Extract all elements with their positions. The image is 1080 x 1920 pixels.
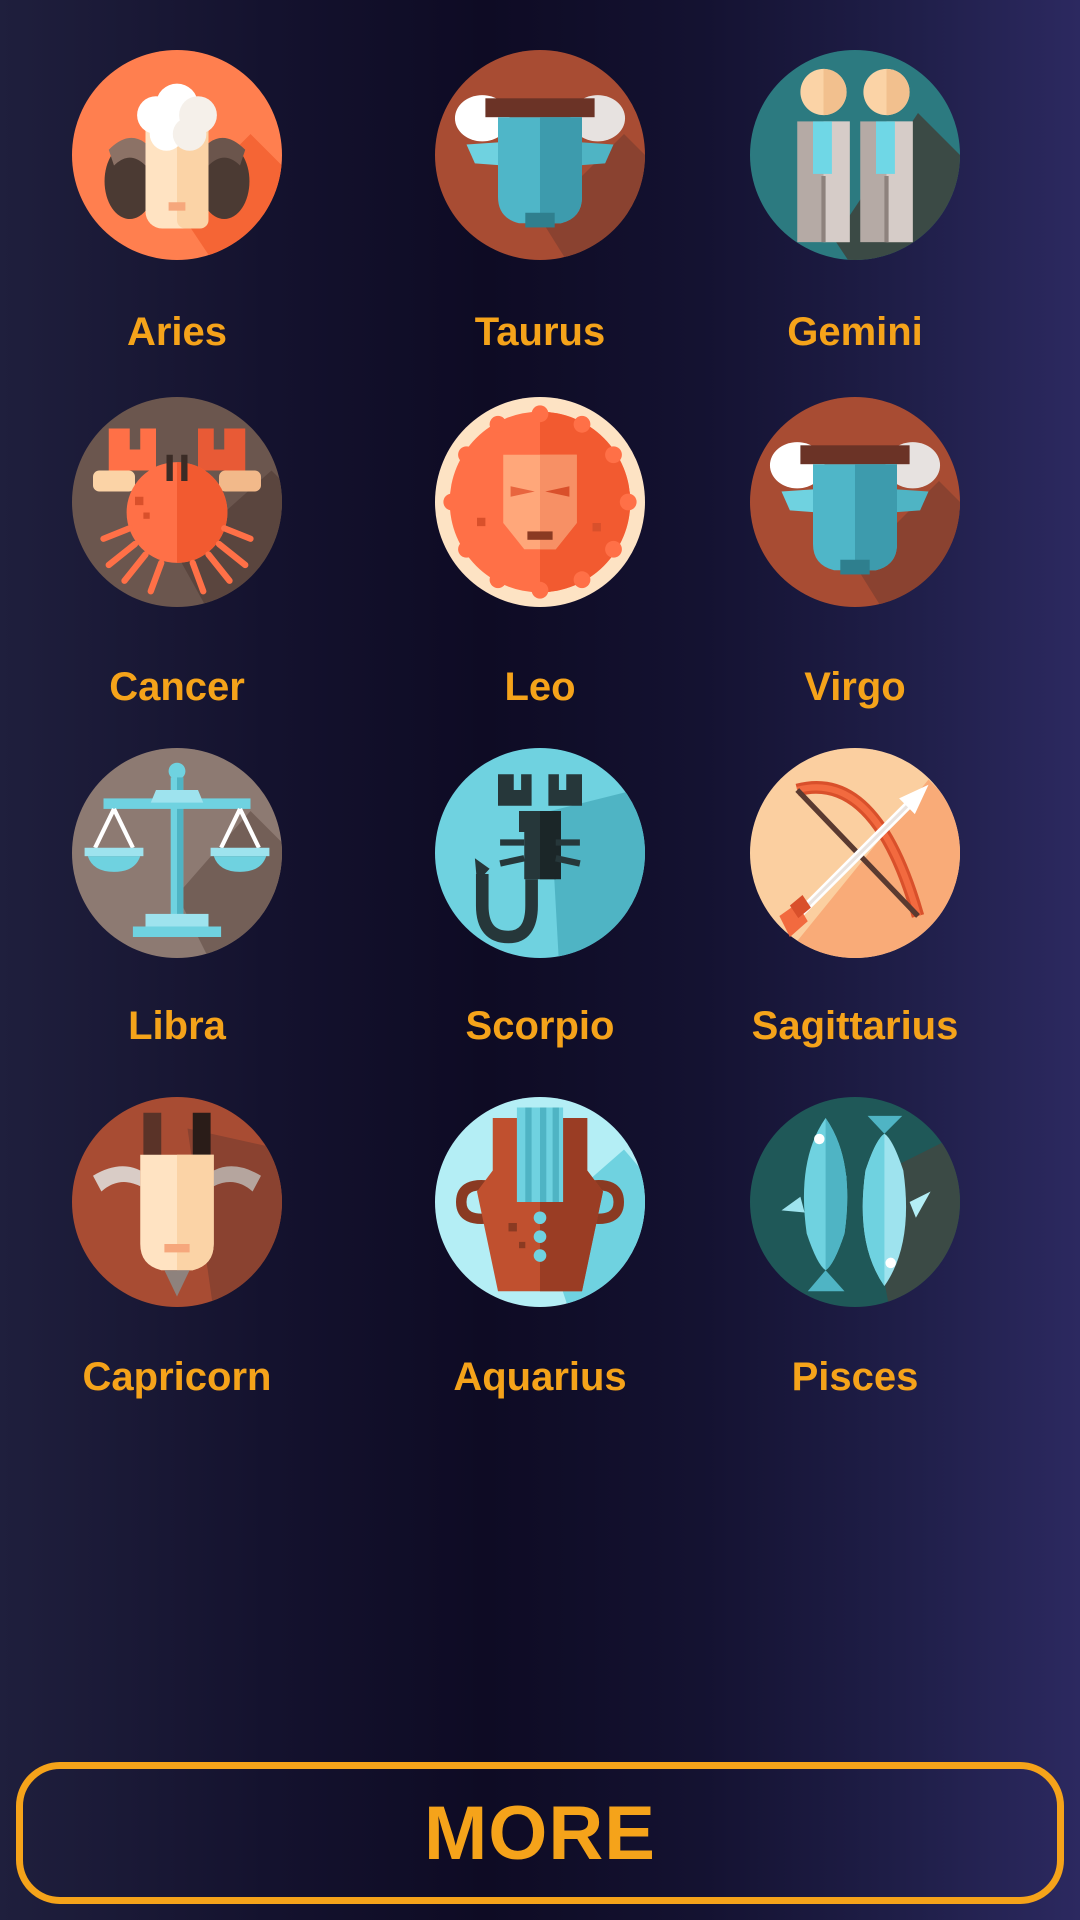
sign-label: Libra <box>128 1004 226 1048</box>
sign-pisces[interactable]: Pisces <box>705 1097 1005 1400</box>
sign-label: Capricorn <box>82 1355 272 1399</box>
sign-scorpio[interactable]: Scorpio <box>390 748 690 1049</box>
gemini-twins-icon <box>750 50 960 260</box>
sign-label: Leo <box>504 665 576 709</box>
sign-taurus[interactable]: Taurus <box>390 50 690 355</box>
sign-label: Cancer <box>109 665 245 709</box>
capricorn-goat-icon <box>72 1097 282 1307</box>
sign-label: Virgo <box>804 665 906 709</box>
virgo-bull-icon <box>750 397 960 607</box>
sign-sagittarius[interactable]: Sagittarius <box>705 748 1005 1049</box>
sign-label: Aquarius <box>453 1355 627 1399</box>
libra-scales-icon <box>72 748 282 958</box>
sign-cancer[interactable]: Cancer <box>27 397 327 710</box>
pisces-fish-icon <box>750 1097 960 1307</box>
sign-virgo[interactable]: Virgo <box>705 397 1005 710</box>
more-button[interactable]: MORE <box>16 1762 1064 1904</box>
sign-label: Gemini <box>787 310 923 354</box>
sign-label: Scorpio <box>465 1004 615 1048</box>
sign-gemini[interactable]: Gemini <box>705 50 1005 355</box>
sign-capricorn[interactable]: Capricorn <box>27 1097 327 1400</box>
cancer-crab-icon <box>72 397 282 607</box>
taurus-bull-icon <box>435 50 645 260</box>
aries-ram-icon <box>72 50 282 260</box>
sign-aries[interactable]: Aries <box>27 50 327 355</box>
sign-libra[interactable]: Libra <box>27 748 327 1049</box>
sign-label: Aries <box>126 310 228 354</box>
aquarius-vase-icon <box>435 1097 645 1307</box>
sagittarius-bow-arrow-icon <box>750 748 960 958</box>
scorpio-scorpion-icon <box>435 748 645 958</box>
leo-lion-icon <box>435 397 645 607</box>
sign-label: Sagittarius <box>751 1004 959 1048</box>
sign-label: Pisces <box>791 1355 919 1399</box>
sign-leo[interactable]: Leo <box>390 397 690 710</box>
sign-aquarius[interactable]: Aquarius <box>390 1097 690 1400</box>
sign-label: Taurus <box>474 310 606 354</box>
